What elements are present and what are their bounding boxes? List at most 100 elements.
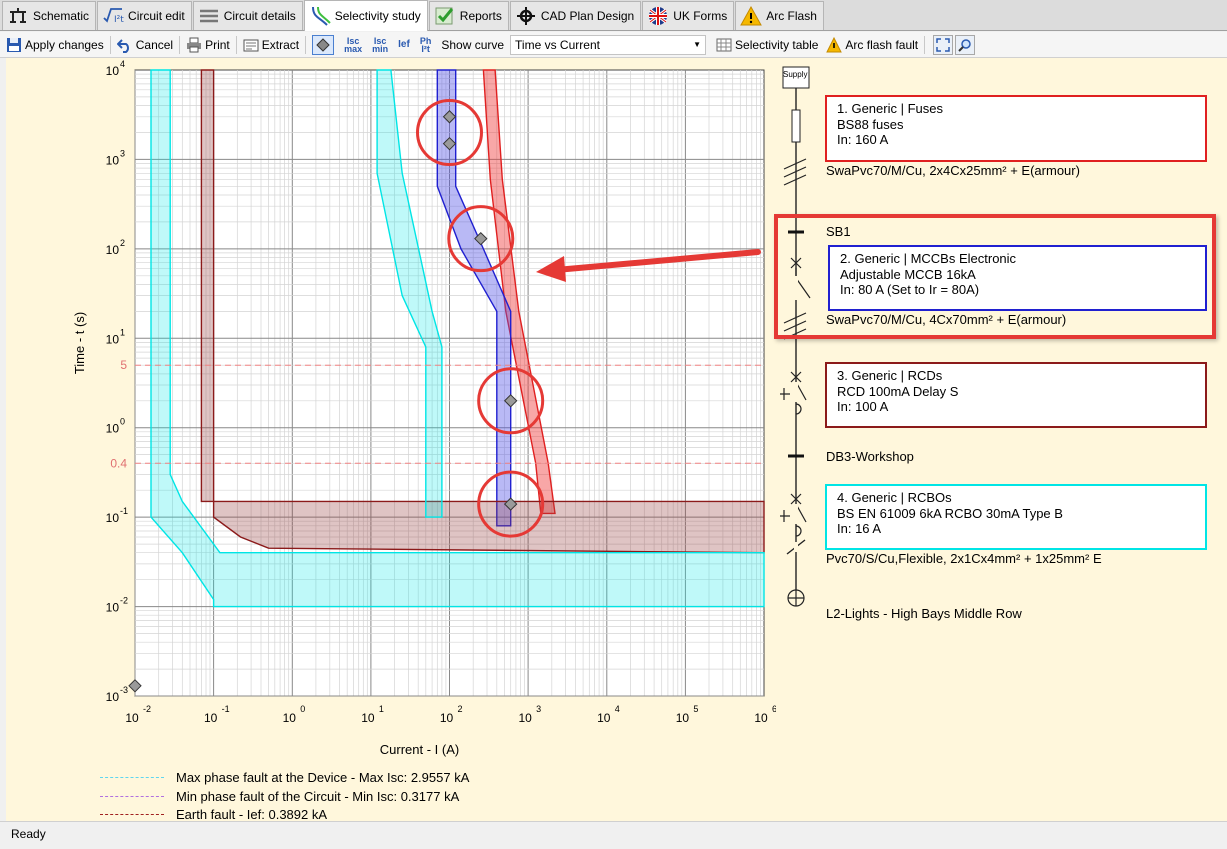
- cancel-label: Cancel: [135, 37, 174, 52]
- checkmark-icon: [434, 6, 456, 26]
- cancel-button[interactable]: Cancel: [116, 37, 174, 53]
- device-title: 1. Generic | Fuses: [837, 101, 943, 116]
- chevron-down-icon: ▼: [693, 40, 702, 49]
- tab-circuit-edit[interactable]: I²t Circuit edit: [97, 1, 192, 30]
- y-tick-label: 10: [106, 601, 120, 615]
- tab-label: Schematic: [33, 9, 90, 23]
- device-title: 3. Generic | RCDs: [837, 368, 943, 383]
- uk-flag-icon: [647, 6, 669, 26]
- legend-swatch: [100, 796, 164, 797]
- isc-min-bottom: min: [372, 43, 389, 54]
- y-tick-exponent: 2: [120, 238, 125, 248]
- legend-item-min-phase-fault: Min phase fault of the Circuit - Min Isc…: [100, 789, 459, 804]
- x-axis-label: Current - I (A): [380, 742, 459, 757]
- y-tick-exponent: 4: [120, 59, 125, 69]
- y-axis-label: Time - t (s): [72, 312, 87, 374]
- fit-to-screen-button[interactable]: [933, 34, 954, 55]
- device-type: BS88 fuses: [837, 116, 904, 132]
- extract-button[interactable]: Extract: [243, 37, 299, 53]
- device-box-fuse[interactable]: 1. Generic | Fuses BS88 fuses In: 160 A: [825, 95, 1207, 162]
- reference-line-label: 0.4: [110, 456, 127, 470]
- selectivity-table-button[interactable]: Selectivity table: [716, 37, 818, 53]
- zoom-button[interactable]: [955, 34, 976, 55]
- selectivity-table-label: Selectivity table: [735, 37, 819, 52]
- legend-item-max-phase-fault: Max phase fault at the Device - Max Isc:…: [100, 770, 469, 785]
- arc-flash-fault-button[interactable]: Arc flash fault: [826, 36, 919, 53]
- extract-icon: [243, 37, 259, 53]
- y-tick-exponent: -1: [120, 506, 128, 516]
- y-tick-label: 10: [106, 64, 120, 78]
- device-box-rcd[interactable]: 3. Generic | RCDs RCD 100mA Delay S In: …: [825, 362, 1207, 428]
- print-button[interactable]: Print: [186, 37, 230, 53]
- x-tick-exponent: -1: [222, 704, 230, 714]
- formula-icon: I²t: [102, 6, 124, 26]
- table-icon: [716, 37, 732, 53]
- show-curve-label: Show curve: [441, 37, 505, 52]
- isc-max-button[interactable]: Isc max: [344, 36, 362, 53]
- print-label: Print: [205, 37, 230, 52]
- device-rating: In: 16 A: [837, 521, 882, 536]
- ief-label: Ief: [398, 38, 410, 50]
- tab-arc-flash[interactable]: Arc Flash: [735, 1, 824, 30]
- apply-changes-button[interactable]: Apply changes: [6, 37, 104, 53]
- diamond-icon: [316, 37, 330, 52]
- x-tick-exponent: 3: [536, 704, 541, 714]
- y-tick-label: 10: [106, 690, 120, 704]
- toolbar-separator: [235, 35, 237, 54]
- toolbar: Apply changes Cancel Print Extract Isc ma…: [0, 32, 1227, 58]
- show-curve-value: Time vs Current: [515, 37, 600, 52]
- undo-icon: [116, 37, 133, 53]
- legend-item-earth-fault: Earth fault - Ief: 0.3892 kA: [100, 807, 327, 822]
- status-text: Ready: [11, 827, 46, 841]
- tab-uk-forms[interactable]: UK Forms: [642, 1, 735, 30]
- fuse-symbol: [791, 109, 801, 143]
- tab-bar: Schematic I²t Circuit edit Circuit detai…: [0, 0, 1227, 31]
- device-title: 4. Generic | RCBOs: [837, 490, 952, 505]
- tab-circuit-details[interactable]: Circuit details: [192, 1, 303, 30]
- device-box-rcbo[interactable]: 4. Generic | RCBOs BS EN 61009 6kA RCBO …: [825, 484, 1207, 550]
- rcbo-symbol: [790, 493, 807, 523]
- supply-label: Supply: [783, 70, 808, 79]
- toolbar-separator: [305, 35, 307, 54]
- y-tick-exponent: -2: [120, 596, 128, 606]
- schematic-icon: [7, 6, 29, 26]
- warning-icon: [740, 6, 763, 26]
- tab-label: CAD Plan Design: [540, 9, 635, 23]
- y-tick-exponent: -3: [120, 685, 128, 695]
- legend-swatch: [100, 777, 164, 778]
- x-tick-exponent: 4: [615, 704, 620, 714]
- x-tick-label: 10: [597, 711, 611, 725]
- zoom-icon: [958, 38, 971, 52]
- apply-changes-label: Apply changes: [25, 37, 104, 52]
- arc-flash-fault-label: Arc flash fault: [845, 37, 919, 52]
- isc-min-button[interactable]: Isc min: [372, 36, 389, 54]
- x-tick-label: 10: [283, 711, 297, 725]
- device-rating: In: 160 A: [837, 132, 889, 147]
- time-current-chart: 50.410-210-110010110210310410510610 410 31…: [72, 59, 776, 757]
- show-markers-toggle[interactable]: [312, 34, 335, 55]
- x-tick-label: 10: [204, 711, 218, 725]
- ph-i2t-button[interactable]: Ph I²t: [420, 36, 432, 53]
- y-tick-exponent: 1: [120, 327, 125, 337]
- tab-selectivity-study[interactable]: Selectivity study: [303, 0, 428, 31]
- svg-text:I²t: I²t: [114, 15, 124, 25]
- toolbar-separator: [924, 35, 926, 54]
- legend-label: Max phase fault at the Device - Max Isc:…: [176, 770, 470, 785]
- tab-cad-plan-design[interactable]: CAD Plan Design: [509, 1, 642, 30]
- x-tick-exponent: 2: [458, 704, 463, 714]
- x-tick-label: 10: [518, 711, 532, 725]
- y-tick-exponent: 0: [120, 417, 125, 427]
- x-tick-exponent: 5: [693, 704, 698, 714]
- load-label: L2-Lights - High Bays Middle Row: [826, 606, 1022, 621]
- tab-label: Arc Flash: [766, 9, 817, 23]
- rcd-symbol: [790, 371, 807, 401]
- x-tick-exponent: 6: [772, 704, 776, 714]
- tab-reports[interactable]: Reports: [428, 1, 509, 30]
- ief-button[interactable]: Ief: [398, 38, 410, 50]
- device-type: RCD 100mA Delay S: [837, 383, 959, 399]
- x-tick-exponent: -2: [143, 704, 151, 714]
- show-curve-select[interactable]: Time vs Current ▼: [510, 34, 707, 55]
- device-type: BS EN 61009 6kA RCBO 30mA Type B: [837, 505, 1063, 521]
- selectivity-study-panel: 5 0.4 10 -2 10 -1 10 0 10 1 10 2 10 3 10 4 10 5 10 6 10 4 10 3 1…: [6, 58, 1227, 822]
- tab-schematic[interactable]: Schematic: [2, 1, 97, 30]
